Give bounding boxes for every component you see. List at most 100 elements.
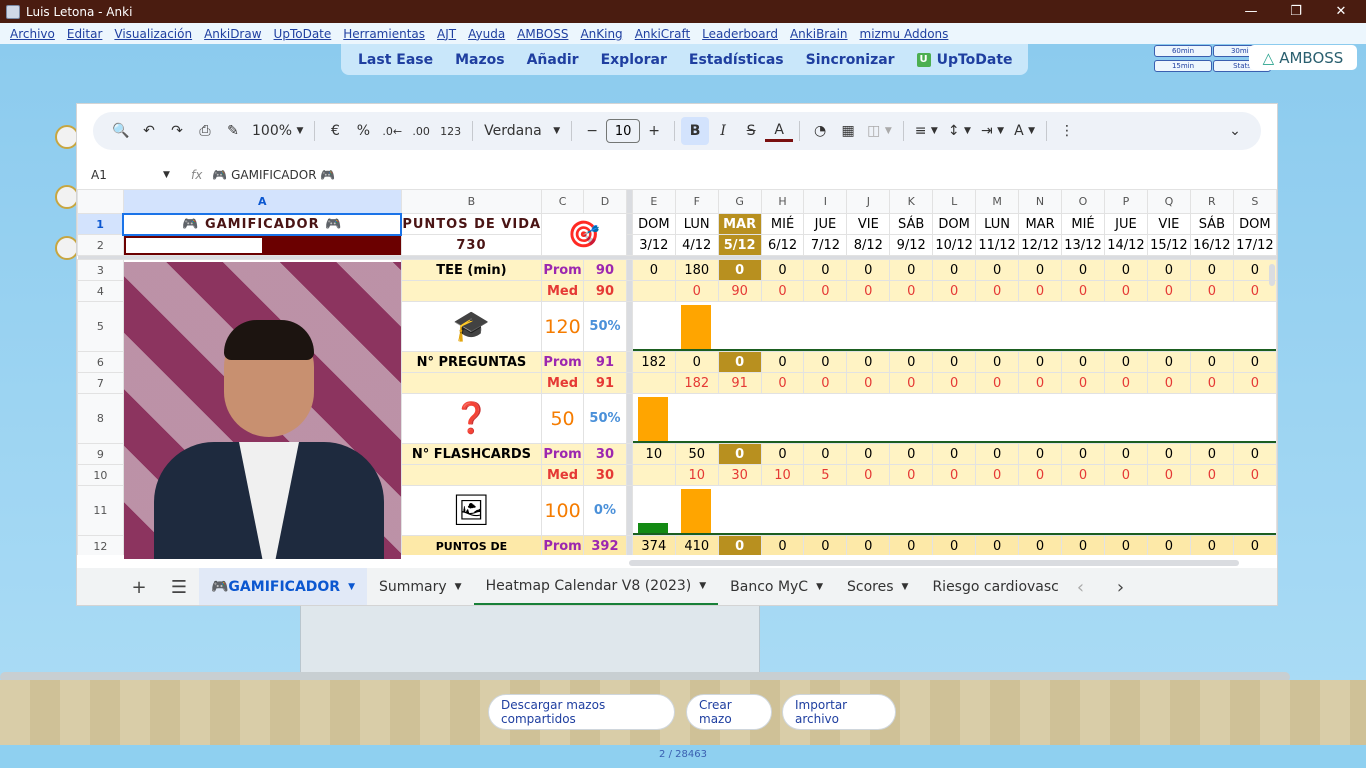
preguntas-prom-day-cell[interactable]: 0 <box>1146 351 1191 373</box>
date-cell-today[interactable]: 5/12 <box>717 234 762 256</box>
flashcards-empty-cell[interactable] <box>400 464 543 486</box>
preguntas-prom-day-cell[interactable]: 0 <box>717 351 762 373</box>
fill-color-icon[interactable]: ◔ <box>806 117 834 145</box>
flashcards-prom-day-cell[interactable]: 0 <box>889 443 934 465</box>
puntos-day-cell[interactable]: 0 <box>846 535 891 555</box>
preguntas-percent-value[interactable]: 50% <box>583 393 627 444</box>
flashcards-percent-value[interactable]: 0% <box>583 485 627 536</box>
flashcards-prom-day-cell[interactable]: 0 <box>1103 443 1148 465</box>
flashcards-med-day-cell[interactable]: 0 <box>1189 464 1234 486</box>
collapse-toolbar-button[interactable]: ⌄ <box>1221 117 1249 145</box>
mazos-button[interactable]: Mazos <box>444 44 515 75</box>
flashcards-prom-value[interactable]: 30 <box>583 443 627 465</box>
column-header[interactable]: K <box>889 189 934 214</box>
tee-prom-day-cell[interactable]: 0 <box>631 259 676 281</box>
preguntas-prom-day-cell[interactable]: 0 <box>1189 351 1234 373</box>
date-cell[interactable]: 13/12 <box>1061 234 1105 256</box>
number-format-button[interactable]: 123 <box>435 117 466 145</box>
chevron-down-icon[interactable]: ▼ <box>816 582 823 592</box>
tee-prom-day-cell[interactable]: 0 <box>1061 259 1105 281</box>
flashcards-prom-day-cell[interactable]: 0 <box>1018 443 1063 465</box>
column-header[interactable]: S <box>1232 189 1277 214</box>
row-header[interactable]: 4 <box>77 280 124 302</box>
flashcards-med-day-cell[interactable]: 0 <box>932 464 977 486</box>
day-cell[interactable]: DOM <box>932 213 977 235</box>
gamificador-title-cell[interactable]: 🎮 GAMIFICADOR 🎮 <box>122 212 403 236</box>
preguntas-med-day-cell[interactable]: 0 <box>932 372 977 394</box>
preguntas-med-day-cell[interactable] <box>631 372 676 394</box>
preguntas-med-day-cell[interactable]: 0 <box>1189 372 1234 394</box>
tee-med-day-cell[interactable]: 0 <box>1146 280 1191 302</box>
row-header[interactable]: 12 <box>77 535 124 555</box>
column-header[interactable]: P <box>1103 189 1148 214</box>
tee-score-value[interactable]: 120 <box>541 301 585 352</box>
puntos-day-cell[interactable]: 0 <box>1146 535 1191 555</box>
puntos-day-cell[interactable]: 0 <box>1061 535 1105 555</box>
font-size-increase-button[interactable]: + <box>640 117 668 145</box>
puntos-prom-value[interactable]: 392 <box>583 535 627 555</box>
last-ease-button[interactable]: Last Ease <box>347 44 444 75</box>
close-button[interactable]: ✕ <box>1318 0 1364 23</box>
flashcards-prom-day-cell[interactable]: 0 <box>803 443 848 465</box>
day-cell[interactable]: SÁB <box>889 213 934 235</box>
paint-format-icon[interactable]: ✎ <box>219 117 247 145</box>
day-cell[interactable]: DOM <box>1232 213 1277 235</box>
flashcards-score-value[interactable]: 100 <box>541 485 585 536</box>
tee-prom-day-cell[interactable]: 0 <box>717 259 762 281</box>
date-cell[interactable]: 14/12 <box>1103 234 1148 256</box>
anadir-button[interactable]: Añadir <box>516 44 590 75</box>
menu-leaderboard[interactable]: Leaderboard <box>702 27 778 41</box>
text-color-button[interactable]: A <box>765 120 794 142</box>
flashcards-prom-day-cell[interactable]: 0 <box>846 443 891 465</box>
preguntas-prom-day-cell[interactable]: 0 <box>846 351 891 373</box>
menu-ankicraft[interactable]: AnkiCraft <box>635 27 690 41</box>
flashcards-prom-day-cell[interactable]: 0 <box>932 443 977 465</box>
menu-mizmu-addons[interactable]: mizmu Addons <box>860 27 949 41</box>
flashcards-label-cell[interactable]: N° FLASHCARDS <box>400 443 543 465</box>
tabs-prev-button[interactable]: ‹ <box>1060 568 1100 605</box>
crear-mazo-button[interactable]: Crear mazo <box>686 694 772 730</box>
tee-med-day-cell[interactable]: 90 <box>717 280 762 302</box>
preguntas-med-day-cell[interactable]: 0 <box>846 372 891 394</box>
row-header[interactable]: 10 <box>77 464 124 486</box>
tee-prom-day-cell[interactable]: 0 <box>760 259 805 281</box>
date-cell[interactable]: 3/12 <box>631 234 676 256</box>
preguntas-med-day-cell[interactable]: 0 <box>889 372 934 394</box>
flashcards-med-day-cell[interactable]: 5 <box>803 464 848 486</box>
hp-value-cell[interactable]: 730 <box>400 234 543 256</box>
horizontal-scrollbar[interactable] <box>629 560 1239 566</box>
preguntas-prom-value[interactable]: 91 <box>583 351 627 373</box>
flashcards-med-day-cell[interactable]: 0 <box>846 464 891 486</box>
flashcards-med-day-cell[interactable] <box>631 464 676 486</box>
italic-button[interactable]: I <box>709 117 737 145</box>
row-header[interactable]: 3 <box>77 259 124 281</box>
menu-amboss[interactable]: AMBOSS <box>517 27 568 41</box>
flashcards-med-day-cell[interactable]: 30 <box>717 464 762 486</box>
preguntas-prom-day-cell[interactable]: 0 <box>889 351 934 373</box>
tee-prom-day-cell[interactable]: 0 <box>803 259 848 281</box>
day-cell[interactable]: LUN <box>674 213 719 235</box>
row-header[interactable]: 1 <box>77 213 124 235</box>
day-cell[interactable]: JUE <box>803 213 848 235</box>
vertical-scrollbar[interactable] <box>1269 264 1275 286</box>
tee-prom-day-cell[interactable]: 0 <box>1103 259 1148 281</box>
flashcards-prom-day-cell[interactable]: 0 <box>1146 443 1191 465</box>
menu-archivo[interactable]: Archivo <box>10 27 55 41</box>
tee-prom-day-cell[interactable]: 0 <box>932 259 977 281</box>
puntos-day-cell[interactable]: 374 <box>631 535 676 555</box>
search-icon[interactable]: 🔍 <box>107 117 135 145</box>
tee-prom-day-cell[interactable]: 0 <box>1146 259 1191 281</box>
preguntas-med-day-cell[interactable]: 0 <box>803 372 848 394</box>
timer-60min-button[interactable]: 60min <box>1154 45 1212 57</box>
column-header[interactable]: J <box>846 189 891 214</box>
day-cell[interactable]: VIE <box>846 213 891 235</box>
chevron-down-icon[interactable]: ▼ <box>699 581 706 591</box>
column-header[interactable]: R <box>1189 189 1234 214</box>
preguntas-med-label[interactable]: Med <box>541 372 585 394</box>
hp-label-cell[interactable]: PUNTOS DE VIDA <box>400 213 543 235</box>
descargar-mazos-button[interactable]: Descargar mazos compartidos <box>488 694 675 730</box>
formula-input[interactable]: 🎮 GAMIFICADOR 🎮 <box>212 168 335 182</box>
all-sheets-button[interactable]: ☰ <box>159 568 199 605</box>
puntos-day-cell[interactable]: 0 <box>1018 535 1063 555</box>
undo-icon[interactable]: ↶ <box>135 117 163 145</box>
